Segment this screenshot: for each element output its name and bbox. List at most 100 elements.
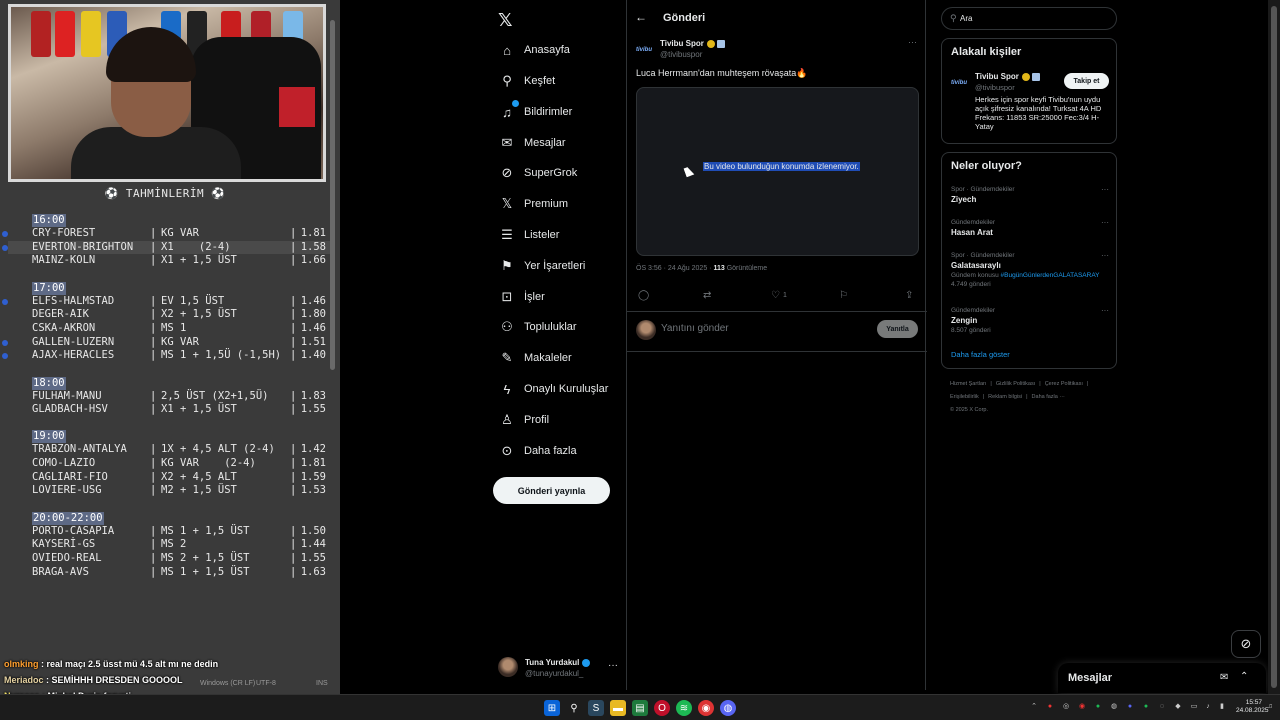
match-name: LOVIERE-USG (32, 484, 102, 497)
tray-app-icon[interactable]: ◌ (1158, 703, 1166, 711)
tray-app-icon[interactable]: ● (1142, 703, 1150, 711)
footer-link[interactable]: Reklam bilgisi (988, 394, 1022, 400)
more-icon[interactable]: ··· (1101, 251, 1109, 260)
more-icon[interactable]: ··· (1101, 218, 1109, 227)
footer-link[interactable]: Gizlilik Politikası (996, 381, 1035, 387)
avatar[interactable]: tivibu (950, 76, 968, 90)
chrome-icon[interactable]: ◉ (698, 700, 714, 716)
lightning-icon: ϟ (503, 381, 511, 397)
account-switcher[interactable]: Tuna Yurdakul @tunayurdakul_ ··· (498, 655, 618, 681)
webcam-feed (8, 4, 326, 182)
pick-row: FULHAM-MANU 2,5 ÜST (X2+1,5Ü) 1.83 | | (8, 390, 330, 404)
grok-icon[interactable]: ⊘ (1231, 630, 1261, 658)
footer-links: Hizmet Şartları | Gizlilik Politikası | Çere… (950, 378, 1110, 417)
reply-button[interactable]: Yanıtla (877, 320, 918, 338)
related-name[interactable]: Tivibu Spor (975, 72, 1040, 81)
search-icon: ⚲ (950, 13, 957, 23)
more-icon[interactable]: ··· (608, 660, 618, 671)
related-handle[interactable]: @tivibuspor (975, 83, 1015, 92)
nav-item-mesajlar[interactable]: ✉ Mesajlar (498, 129, 566, 157)
tray-app-icon[interactable]: ◎ (1062, 703, 1070, 711)
browser-scrollbar[interactable] (1268, 0, 1280, 694)
folder-icon[interactable]: ▬ (610, 700, 626, 716)
author-handle[interactable]: @tivibuspor (660, 50, 702, 59)
notification-bell-icon[interactable]: ♫ (1266, 703, 1274, 711)
nav-item-profil[interactable]: ♙ Profil (498, 406, 549, 434)
nav-item-supergrok[interactable]: ⊘ SuperGrok (498, 159, 578, 187)
author-avatar[interactable]: tivibu (635, 43, 653, 57)
show-more-link[interactable]: Daha fazla göster (951, 350, 1010, 359)
trend-item[interactable]: Spor · Gündemdekiler Galatasaraylı Gündem … (951, 251, 1109, 289)
chevron-up-icon[interactable]: ⌃ (1240, 671, 1248, 682)
x-logo-icon[interactable]: 𝕏 (498, 10, 518, 30)
trend-item[interactable]: Gündemdekiler Hasan Arat ··· (951, 218, 1109, 238)
footer-link[interactable]: © 2025 X Corp. (950, 407, 988, 413)
spotify-icon[interactable]: ≋ (676, 700, 692, 716)
network-icon[interactable]: ▭ (1190, 703, 1198, 711)
nav-item-i-ler[interactable]: ⊡ İşler (498, 283, 545, 311)
home-icon: ⌂ (503, 42, 511, 58)
tray-app-icon[interactable]: ● (1046, 703, 1054, 711)
bookmark-icon[interactable]: ⚐ (839, 290, 848, 301)
nav-item-listeler[interactable]: ☰ Listeler (498, 221, 559, 249)
footer-link[interactable]: Erişilebilirlik (950, 394, 979, 400)
back-arrow-icon[interactable]: ← (635, 10, 647, 24)
grok-icon: ⊘ (501, 165, 513, 180)
match-name: BRAGA-AVS (32, 565, 89, 578)
post-button[interactable]: Gönderi yayınla (493, 477, 610, 504)
trend-hashtag[interactable]: #BugünGünlerdenGALATASARAY (1001, 272, 1100, 279)
search-icon[interactable]: ⚲ (566, 700, 582, 716)
messages-drawer[interactable]: Mesajlar ✉ ⌃ (1058, 663, 1266, 693)
nav-item-bildirimler[interactable]: ♫ Bildirimler (498, 98, 572, 126)
nav-item-daha-fazla[interactable]: ⊙ Daha fazla (498, 437, 577, 465)
compose-message-icon[interactable]: ✉ (1220, 672, 1228, 683)
footer-link[interactable]: Çerez Politikası (1045, 381, 1083, 387)
taskbar-clock[interactable]: 15:57 24.08.2025 (1236, 699, 1269, 715)
windows-start-icon[interactable]: ⊞ (544, 700, 560, 716)
follow-button[interactable]: Takip et (1064, 73, 1109, 89)
video-player[interactable]: Bu video bulunduğun konumda izlenemiyor. (636, 87, 919, 256)
tray-app-icon[interactable]: ◉ (1078, 703, 1086, 711)
opera-icon[interactable]: O (654, 700, 670, 716)
tray-chevron-icon[interactable]: ⌃ (1030, 703, 1038, 711)
notepad-icon[interactable]: ▤ (632, 700, 648, 716)
discord-icon[interactable]: ◍ (720, 700, 736, 716)
more-icon[interactable]: ··· (1101, 306, 1109, 315)
repost-icon[interactable]: ⇄ (703, 290, 711, 301)
scrollbar-thumb[interactable] (1271, 6, 1277, 688)
sidebar-column: ⚲ Ara Alakalı kişiler tivibu Tivibu Spor… (941, 0, 1117, 690)
editor-scrollbar[interactable] (330, 20, 335, 370)
trend-item[interactable]: Gündemdekiler Zengin 8.507 gönderi ··· (951, 306, 1109, 335)
trend-item[interactable]: Spor · Gündemdekiler Ziyech ··· (951, 185, 1109, 205)
like-button[interactable]: ♡ 1 (771, 290, 787, 301)
tray-app-icon[interactable]: ● (1126, 703, 1134, 711)
more-icon[interactable]: ··· (1101, 185, 1109, 194)
battery-icon[interactable]: ▮ (1218, 703, 1226, 711)
nav-item-makaleler[interactable]: ✎ Makaleler (498, 344, 572, 372)
red-shirt (279, 87, 315, 127)
nav-item-premium[interactable]: 𝕏 Premium (498, 190, 568, 218)
tray-app-icon[interactable]: ◍ (1110, 703, 1118, 711)
nav-item-yer-i-aretleri[interactable]: ⚑ Yer İşaretleri (498, 252, 585, 280)
footer-link[interactable]: Hizmet Şartları (950, 381, 986, 387)
column-separator: | (150, 335, 157, 348)
tray-app-icon[interactable]: ● (1094, 703, 1102, 711)
search-input[interactable]: ⚲ Ara (941, 7, 1117, 30)
nav-item-topluluklar[interactable]: ⚇ Topluluklar (498, 313, 576, 341)
steam-icon[interactable]: S (588, 700, 604, 716)
author-name[interactable]: Tivibu Spor (660, 39, 725, 48)
odds-value: 1.81 (300, 227, 326, 239)
more-icon[interactable]: ··· (908, 37, 917, 47)
volume-icon[interactable]: ♪ (1204, 703, 1212, 711)
trend-title: Hasan Arat (951, 228, 993, 237)
nav-item-anasayfa[interactable]: ⌂ Anasayfa (498, 36, 570, 64)
reply-input[interactable]: Yanıtını gönder (661, 323, 729, 334)
tray-app-icon[interactable]: ◆ (1174, 703, 1182, 711)
nav-item-ke-fet[interactable]: ⚲ Keşfet (498, 67, 555, 95)
group-time-label: 19:00 (32, 430, 66, 444)
search-value: Ara (960, 14, 973, 23)
reply-icon[interactable]: ◯ (638, 290, 649, 301)
share-icon[interactable]: ⇪ (905, 290, 913, 301)
footer-link[interactable]: Daha fazla ··· (1032, 394, 1065, 400)
nav-item-onayl-kurulu-lar[interactable]: ϟ Onaylı Kuruluşlar (498, 375, 609, 403)
